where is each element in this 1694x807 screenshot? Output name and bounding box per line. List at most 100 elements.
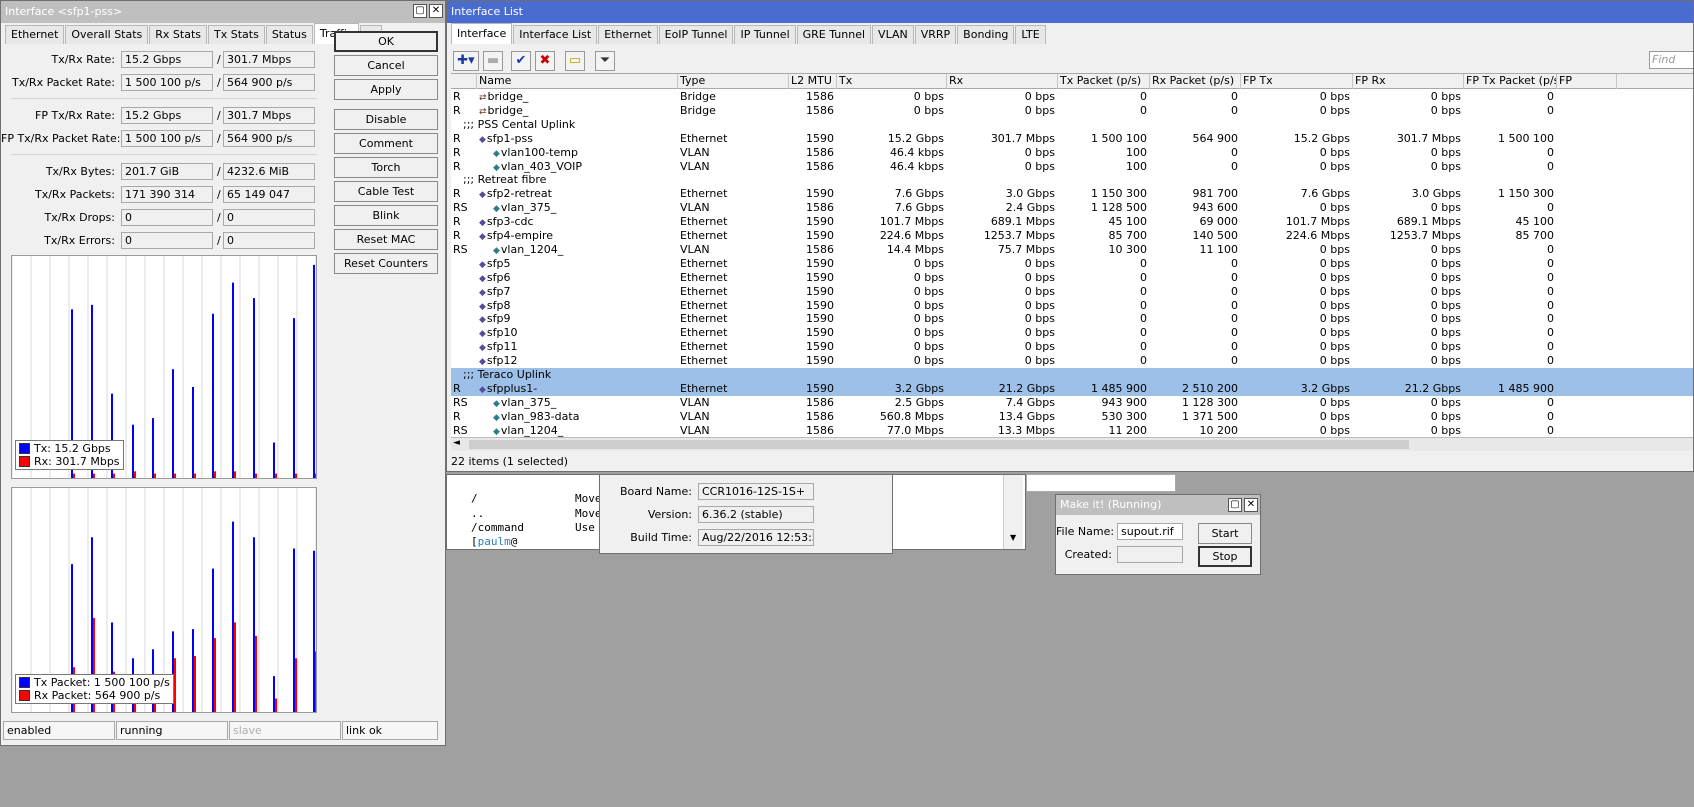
col-tx[interactable]: Tx — [837, 74, 947, 89]
table-row[interactable]: R ⇄bridge_ Bridge 1586 0 bps 0 bps 0 0 0 bps 0 bp… — [451, 103, 1693, 118]
table-row[interactable]: ◆sfp11 Ethernet 1590 0 bps 0 bps 0 0 0 bps 0 bps… — [451, 340, 1693, 354]
tab-ethernet[interactable]: Ethernet — [598, 25, 658, 44]
col-fp[interactable]: FP — [1557, 74, 1617, 89]
table-row[interactable]: ◆sfp9 Ethernet 1590 0 bps 0 bps 0 0 0 bps 0 bps 0 — [451, 312, 1693, 326]
tab-tx-stats[interactable]: Tx Stats — [208, 25, 265, 44]
table-row[interactable]: R ⇄bridge_ Bridge 1586 0 bps 0 bps 0 0 0 bps 0 bp… — [451, 90, 1693, 104]
maximize-icon[interactable]: ▢ — [1228, 498, 1242, 512]
col-flags[interactable] — [451, 74, 477, 89]
add-icon[interactable]: ✚▾ — [453, 51, 479, 71]
maximize-icon[interactable]: ▢ — [413, 4, 427, 18]
tab-ip-tunnel[interactable]: IP Tunnel — [734, 25, 796, 44]
cell-fprx: 0 bps — [1430, 90, 1461, 103]
comment-button[interactable]: Comment — [334, 133, 438, 154]
scroll-down-icon[interactable]: ▼ — [1010, 533, 1016, 542]
col-fp-tx[interactable]: FP Tx — [1241, 74, 1353, 89]
stop-button[interactable]: Stop — [1198, 546, 1252, 567]
cable-test-button[interactable]: Cable Test — [334, 181, 438, 202]
cell-flag: RS — [453, 395, 468, 409]
comment-row[interactable]: ;;; PSS Cental Uplink — [451, 118, 1693, 132]
table-row[interactable]: R ◆sfp3-cdc Ethernet 1590 101.7 Mbps 689.1 Mb… — [451, 215, 1693, 229]
cell-fptxp: 0 — [1547, 103, 1554, 117]
cell-rxp: 140 500 — [1192, 229, 1239, 242]
tab-rx-stats[interactable]: Rx Stats — [149, 25, 208, 44]
col-tx-packet[interactable]: Tx Packet (p/s) — [1058, 74, 1150, 89]
col-fp-tx-packet[interactable]: FP Tx Packet (p/s) — [1464, 74, 1557, 89]
horizontal-scrollbar[interactable]: ◄ — [451, 437, 1693, 451]
table-row[interactable]: RS ◆vlan_1204_ VLAN 1586 77.0 Mbps 13.3 Mbps 1… — [451, 423, 1693, 437]
comment-icon[interactable]: ▭ — [565, 51, 585, 71]
table-row[interactable]: R ◆sfp1-pss Ethernet 1590 15.2 Gbps 301.7 Mbp… — [451, 132, 1693, 146]
table-row[interactable]: R ◆vlan_403_VOIP VLAN 1586 46.4 kbps 0 bps 100… — [451, 160, 1693, 174]
table-row[interactable]: ◆sfp7 Ethernet 1590 0 bps 0 bps 0 0 0 bps 0 bps 0 — [451, 284, 1693, 299]
col-type[interactable]: Type — [678, 74, 789, 89]
cell-fptxp: 0 — [1547, 409, 1554, 423]
table-row[interactable]: ◆sfp12 Ethernet 1590 0 bps 0 bps 0 0 0 bps 0 bps… — [451, 354, 1693, 368]
version-value: 6.36.2 (stable) — [698, 506, 814, 523]
terminal-prompt[interactable]: [paulm@ — [471, 535, 517, 548]
table-row[interactable]: ◆sfp6 Ethernet 1590 0 bps 0 bps 0 0 0 bps 0 bps 0 — [451, 271, 1693, 285]
remove-icon[interactable]: ▬ — [483, 51, 503, 71]
tab-vrrp[interactable]: VRRP — [914, 25, 957, 44]
col-name[interactable]: Name — [477, 74, 678, 89]
filter-icon[interactable]: ⏷ — [595, 51, 615, 71]
table-row[interactable]: ◆sfp10 Ethernet 1590 0 bps 0 bps 0 0 0 bps 0 bps… — [451, 326, 1693, 340]
disable-button[interactable]: Disable — [334, 109, 438, 130]
close-icon[interactable]: ✕ — [429, 4, 443, 18]
file-name-input[interactable]: supout.rif — [1117, 523, 1183, 540]
cell-flag — [453, 340, 477, 354]
table-row[interactable]: RS ◆vlan_375_ VLAN 1586 2.5 Gbps 7.4 Gbps 943 … — [451, 395, 1693, 410]
tab-interface-list[interactable]: Interface List — [513, 25, 598, 44]
ok-button[interactable]: OK — [334, 31, 438, 52]
find-input[interactable]: Find — [1649, 51, 1693, 69]
table-row[interactable]: RS ◆vlan_375_ VLAN 1586 7.6 Gbps 2.4 Gbps 1 12… — [451, 201, 1693, 215]
cell-type: Ethernet — [680, 312, 728, 326]
tab-ethernet[interactable]: Ethernet — [5, 25, 65, 44]
scroll-thumb[interactable] — [469, 440, 1409, 449]
cell-flag: R — [453, 187, 461, 201]
cancel-button[interactable]: Cancel — [334, 55, 438, 76]
table-row[interactable]: R ◆sfpplus1- Ethernet 1590 3.2 Gbps 21.2 Gbps… — [451, 381, 1693, 396]
tab-overall-stats[interactable]: Overall Stats — [65, 25, 149, 44]
col-l2mtu[interactable]: L2 MTU — [789, 74, 837, 89]
tab-status[interactable]: Status — [265, 25, 313, 44]
eth-interface-icon: ◆ — [479, 357, 486, 368]
table-row[interactable]: R ◆sfp4-empire Ethernet 1590 224.6 Mbps 1253.… — [451, 229, 1693, 243]
tab-eoip-tunnel[interactable]: EoIP Tunnel — [658, 25, 734, 44]
enable-icon[interactable]: ✔ — [511, 51, 531, 71]
tab-lte[interactable]: LTE — [1015, 25, 1046, 44]
interface-name: sfp12 — [486, 354, 518, 368]
blink-button[interactable]: Blink — [334, 205, 438, 226]
tab-interface[interactable]: Interface — [451, 23, 513, 44]
start-button[interactable]: Start — [1198, 523, 1252, 544]
terminal-scrollbar[interactable]: ▼ — [1003, 475, 1023, 549]
interface-name: vlan_1204_ — [500, 423, 564, 437]
interface-name: vlan_1204_ — [500, 242, 564, 256]
torch-button[interactable]: Torch — [334, 157, 438, 178]
table-row[interactable]: ◆sfp8 Ethernet 1590 0 bps 0 bps 0 0 0 bps 0 bps 0 — [451, 299, 1693, 313]
cell-fptx: 0 bps — [1319, 395, 1350, 409]
table-row[interactable]: RS ◆vlan_1204_ VLAN 1586 14.4 Mbps 75.7 Mbps 1… — [451, 242, 1693, 257]
scroll-left-icon[interactable]: ◄ — [453, 438, 460, 448]
interface-list-titlebar[interactable]: Interface List — [447, 1, 1693, 23]
reset-counters-button[interactable]: Reset Counters — [334, 253, 438, 274]
col-rx[interactable]: Rx — [947, 74, 1058, 89]
comment-row[interactable]: ;;; Teraco Uplink — [451, 368, 1693, 382]
close-icon[interactable]: ✕ — [1244, 498, 1258, 512]
apply-button[interactable]: Apply — [334, 79, 438, 100]
col-fp-rx[interactable]: FP Rx — [1353, 74, 1464, 89]
table-row[interactable]: R ◆vlan100-temp VLAN 1586 46.4 kbps 0 bps 100 0… — [451, 146, 1693, 160]
table-row[interactable]: ◆sfp5 Ethernet 1590 0 bps 0 bps 0 0 0 bps 0 bps 0 — [451, 257, 1693, 271]
slash: / — [217, 165, 221, 178]
table-row[interactable]: R ◆vlan_983-data VLAN 1586 560.8 Mbps 13.4 Gb… — [451, 409, 1693, 424]
col-rx-packet[interactable]: Rx Packet (p/s) — [1150, 74, 1241, 89]
table-row[interactable]: R ◆sfp2-retreat Ethernet 1590 7.6 Gbps 3.0 Gb… — [451, 187, 1693, 201]
interface-name: sfp7 — [486, 284, 511, 298]
tab-bonding[interactable]: Bonding — [957, 25, 1015, 44]
disable-icon[interactable]: ✖ — [535, 51, 555, 71]
comment-row[interactable]: ;;; Retreat fibre — [451, 173, 1693, 187]
reset-mac-address-button[interactable]: Reset MAC Address — [334, 229, 438, 265]
interface-window-titlebar[interactable]: Interface <sfp1-pss> — [1, 1, 445, 23]
tab-gre-tunnel[interactable]: GRE Tunnel — [796, 25, 872, 44]
tab-vlan[interactable]: VLAN — [872, 25, 914, 44]
